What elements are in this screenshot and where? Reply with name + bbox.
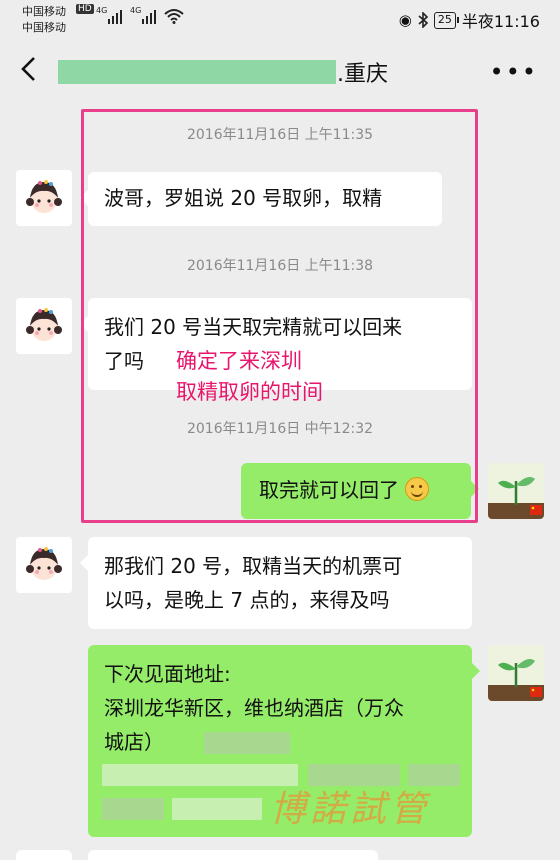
message-text-line: 以吗，是晚上 7 点的，来得及吗	[104, 588, 390, 612]
carrier-2: 中国移动	[22, 21, 66, 34]
more-options-button[interactable]: •••	[490, 58, 538, 86]
network-label-2: 4G	[130, 6, 142, 15]
contact-avatar[interactable]	[16, 537, 72, 593]
redacted-text	[204, 732, 290, 754]
message-bubble-incoming[interactable]: 那我们 20 号，取精当天的机票可 以吗，是晚上 7 点的，来得及吗	[80, 537, 472, 629]
status-bar: 中国移动 中国移动 HD 4G 4G ◉ 25 半夜11:16	[0, 0, 560, 38]
contact-avatar[interactable]	[16, 170, 72, 226]
partial-message-bubble	[88, 850, 378, 860]
message-text-line: 深圳龙华新区，维也纳酒店（万众	[104, 696, 404, 720]
self-avatar[interactable]	[488, 463, 544, 519]
girl-avatar-icon	[16, 537, 72, 593]
message-text-line: 下次见面地址:	[104, 662, 231, 686]
redacted-text	[102, 764, 298, 786]
girl-avatar-icon	[16, 170, 72, 226]
contact-avatar[interactable]	[16, 298, 72, 354]
chat-title: .重庆	[337, 62, 388, 87]
hd-badge: HD	[76, 4, 94, 14]
self-avatar[interactable]	[488, 645, 544, 701]
redacted-contact-name	[58, 60, 336, 84]
back-arrow-icon[interactable]	[14, 52, 44, 86]
signal-bars-icon	[108, 8, 122, 24]
signal-bars-icon	[142, 8, 156, 24]
eye-icon: ◉	[398, 11, 412, 29]
wifi-icon	[164, 9, 184, 24]
chat-header: .重庆 •••	[0, 38, 560, 102]
girl-avatar-icon	[16, 298, 72, 354]
watermark: 博諾試管	[270, 789, 431, 830]
redacted-text	[172, 798, 262, 820]
carrier-1: 中国移动	[22, 5, 66, 18]
clock: 半夜11:16	[461, 12, 540, 31]
plant-sprout-avatar-icon	[488, 463, 544, 519]
bluetooth-icon	[418, 12, 428, 28]
message-text-line: 那我们 20 号，取精当天的机票可	[104, 554, 403, 578]
battery-icon: 25	[433, 11, 459, 29]
highlight-box	[81, 109, 478, 523]
network-label-1: 4G	[96, 6, 108, 15]
plant-sprout-avatar-icon	[488, 645, 544, 701]
partial-avatar	[16, 850, 72, 860]
redacted-text	[102, 798, 164, 820]
